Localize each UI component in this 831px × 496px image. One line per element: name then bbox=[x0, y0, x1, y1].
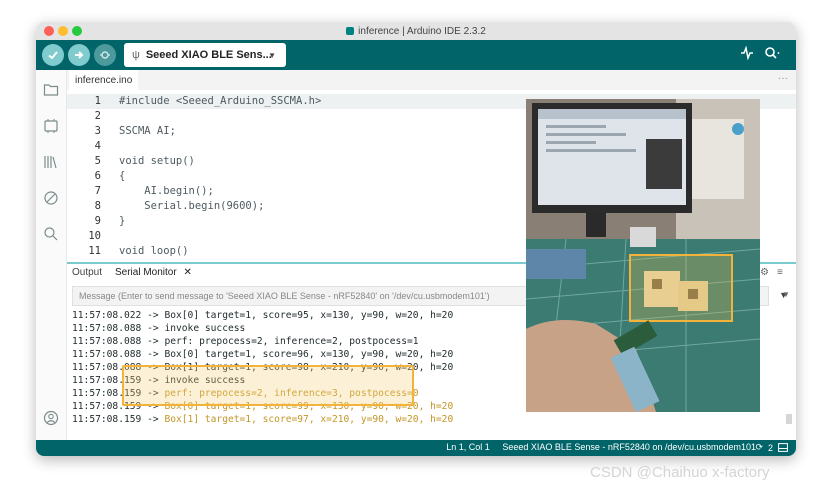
folder-icon[interactable] bbox=[43, 82, 59, 98]
check-icon bbox=[48, 51, 58, 60]
line-number: 9 bbox=[94, 215, 101, 227]
code-text: AI.begin(); bbox=[119, 185, 214, 197]
serial-timestamp: 11:57:08.088 bbox=[72, 336, 142, 347]
line-number: 8 bbox=[94, 200, 101, 212]
chevron-down-icon: ▼ bbox=[268, 50, 276, 60]
magnifier-icon[interactable] bbox=[764, 46, 780, 63]
code-text: SSCMA AI; bbox=[119, 125, 176, 137]
serial-arrow: -> bbox=[147, 414, 159, 425]
notification-count: 2 bbox=[767, 442, 773, 453]
serial-arrow: -> bbox=[147, 310, 159, 321]
status-text: Ln 1, Col 1 Seeed XIAO BLE Sense - nRF52… bbox=[446, 442, 756, 452]
line-number: 1 bbox=[94, 95, 101, 107]
serial-line: 11:57:08.088 -> perf: prepocess=2, infer… bbox=[72, 335, 419, 348]
tab-serial-monitor[interactable]: Serial Monitor ✕ bbox=[115, 267, 192, 278]
window-title: inference | Arduino IDE 2.3.2 bbox=[358, 25, 486, 37]
camera-photo bbox=[526, 99, 760, 412]
notification-icon[interactable]: ⟳ bbox=[755, 442, 763, 453]
list-icon[interactable]: ≡ bbox=[777, 267, 783, 278]
code-text: void setup() bbox=[119, 155, 195, 167]
serial-highlight-box bbox=[122, 365, 414, 406]
serial-timestamp: 11:57:08.159 bbox=[72, 414, 142, 425]
serial-message: Box[0] target=1, score=95, x=130, y=90, … bbox=[164, 310, 454, 321]
line-number: 4 bbox=[94, 140, 101, 152]
upload-button[interactable] bbox=[68, 44, 90, 66]
chevron-down-icon[interactable]: ▼ bbox=[782, 290, 790, 299]
status-icons: ⟳ 2 bbox=[755, 442, 788, 453]
tab-serial-monitor-label: Serial Monitor bbox=[115, 267, 177, 278]
arrow-right-icon bbox=[75, 51, 84, 59]
gear-icon[interactable]: ⚙ bbox=[760, 267, 769, 278]
code-text: { bbox=[119, 170, 126, 182]
debug-button[interactable] bbox=[94, 44, 116, 66]
close-icon[interactable]: ✕ bbox=[183, 267, 191, 278]
board-manager-icon[interactable] bbox=[43, 118, 59, 134]
serial-line: 11:57:08.022 -> Box[0] target=1, score=9… bbox=[72, 309, 453, 322]
cursor-position: Ln 1, Col 1 bbox=[446, 442, 490, 452]
board-selector[interactable]: ψ Seeed XIAO BLE Sens... ▼ bbox=[124, 43, 286, 67]
tab-inference-ino[interactable]: inference.ino bbox=[69, 70, 139, 92]
tab-output[interactable]: Output bbox=[72, 267, 102, 278]
serial-timestamp: 11:57:08.088 bbox=[72, 323, 142, 334]
panel-toggle-icon[interactable] bbox=[778, 443, 788, 452]
serial-arrow: -> bbox=[147, 349, 159, 360]
serial-message: invoke success bbox=[164, 323, 246, 334]
serial-timestamp: 11:57:08.088 bbox=[72, 349, 142, 360]
serial-line: 11:57:08.088 -> Box[0] target=1, score=9… bbox=[72, 348, 453, 361]
library-icon[interactable] bbox=[43, 154, 59, 170]
editor-tabs: inference.ino ··· bbox=[67, 70, 796, 92]
code-text: #include <Seeed_Arduino_SSCMA.h> bbox=[119, 95, 322, 107]
verify-button[interactable] bbox=[42, 44, 64, 66]
scrollbar[interactable] bbox=[786, 414, 792, 424]
line-number: 3 bbox=[94, 125, 101, 137]
sidebar bbox=[36, 70, 67, 442]
serial-line: 11:57:08.088 -> invoke success bbox=[72, 322, 245, 335]
pulse-icon[interactable] bbox=[740, 45, 754, 63]
line-number: 10 bbox=[88, 230, 101, 242]
serial-message: Box[1] target=1, score=97, x=210, y=90, … bbox=[164, 414, 454, 425]
serial-arrow: -> bbox=[147, 323, 159, 334]
toolbar: ψ Seeed XIAO BLE Sens... ▼ bbox=[36, 40, 796, 70]
serial-arrow: -> bbox=[147, 336, 159, 347]
status-bar: Ln 1, Col 1 Seeed XIAO BLE Sense - nRF52… bbox=[36, 440, 796, 456]
line-number: 5 bbox=[94, 155, 101, 167]
account-icon[interactable] bbox=[43, 410, 59, 426]
debug-icon bbox=[100, 51, 110, 59]
code-text: Serial.begin(9600); bbox=[119, 200, 265, 212]
search-icon[interactable] bbox=[43, 226, 59, 242]
title-bar: inference | Arduino IDE 2.3.2 bbox=[36, 22, 796, 41]
code-text: } bbox=[119, 215, 126, 227]
line-number: 7 bbox=[94, 185, 101, 197]
line-number: 11 bbox=[88, 245, 101, 257]
debug-disabled-icon[interactable] bbox=[43, 190, 59, 206]
line-number: 6 bbox=[94, 170, 101, 182]
document-icon bbox=[346, 27, 355, 35]
code-text: void loop() bbox=[119, 245, 189, 257]
serial-message: perf: prepocess=2, inference=2, postpoce… bbox=[164, 336, 419, 347]
serial-message: Box[0] target=1, score=96, x=130, y=90, … bbox=[164, 349, 454, 360]
usb-icon: ψ bbox=[132, 49, 140, 61]
board-port[interactable]: Seeed XIAO BLE Sense - nRF52840 on /dev/… bbox=[502, 442, 756, 452]
line-number: 2 bbox=[94, 110, 101, 122]
serial-line: 11:57:08.159 -> Box[1] target=1, score=9… bbox=[72, 413, 453, 426]
board-name: Seeed XIAO BLE Sens... bbox=[145, 49, 272, 61]
photo-illustration bbox=[526, 99, 760, 412]
watermark: CSDN @Chaihuo x-factory bbox=[590, 464, 770, 481]
serial-timestamp: 11:57:08.022 bbox=[72, 310, 142, 321]
more-icon[interactable]: ··· bbox=[778, 73, 788, 84]
